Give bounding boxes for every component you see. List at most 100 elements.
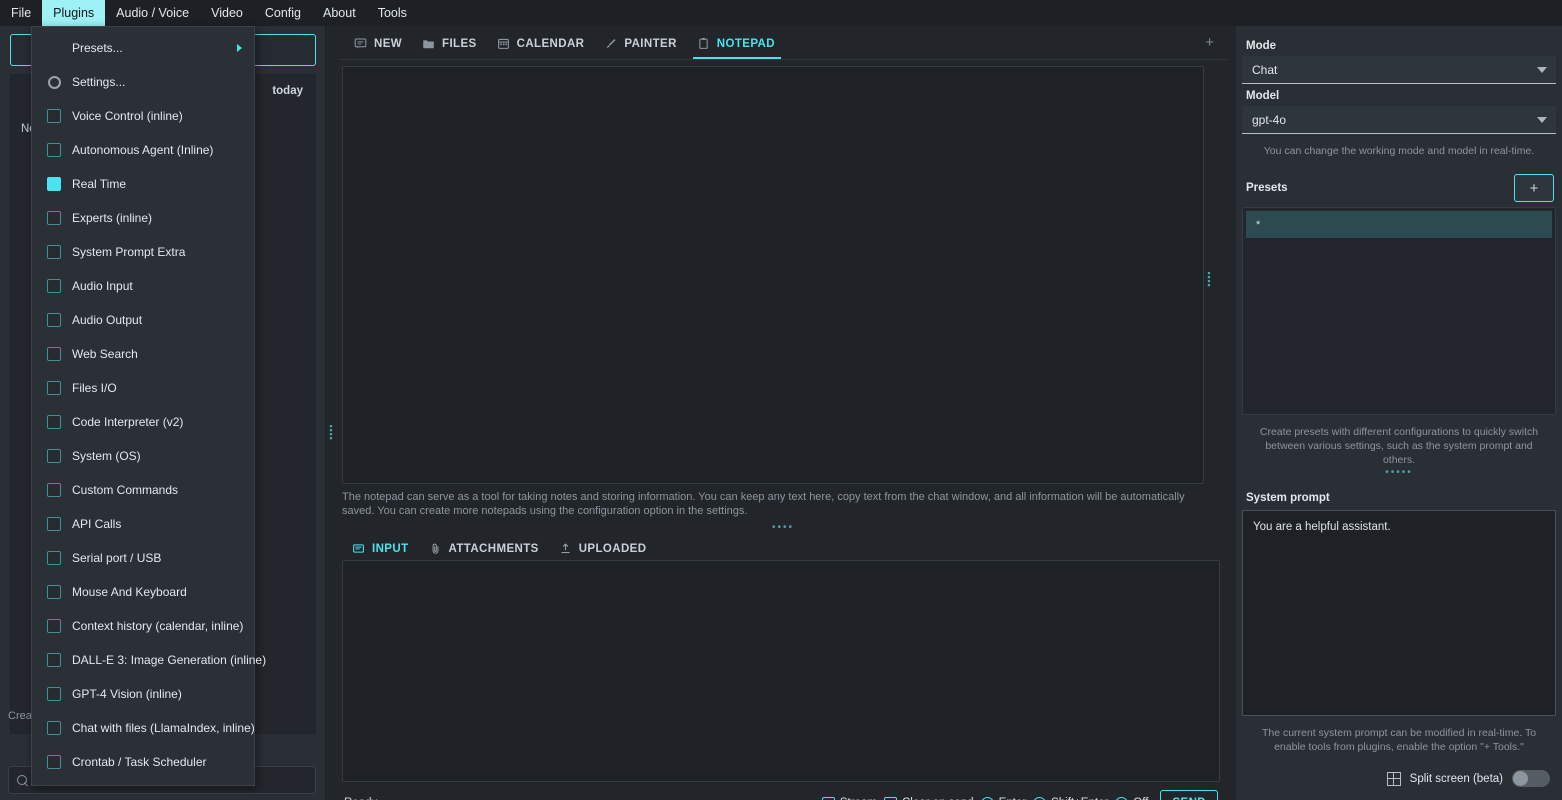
plugin-toggle-real-time[interactable]: Real Time	[32, 167, 254, 201]
tab-files[interactable]: FILES	[416, 37, 491, 59]
presets-list[interactable]: *	[1242, 207, 1556, 415]
send-mode-shift-enter[interactable]: Shift+Enter	[1033, 796, 1108, 800]
checkbox-icon	[47, 551, 61, 565]
menu-config[interactable]: Config	[254, 0, 312, 26]
model-select[interactable]: gpt-4o	[1242, 106, 1556, 134]
system-prompt-header: System prompt 🔧 + Tools	[1246, 492, 1552, 504]
checkbox-slot	[42, 551, 66, 565]
plugin-label: System (OS)	[72, 449, 141, 463]
checkbox-icon	[47, 177, 61, 191]
checkbox-slot	[42, 143, 66, 157]
menu-tools[interactable]: Tools	[367, 0, 418, 26]
plugin-toggle-mouse-and-keyboard[interactable]: Mouse And Keyboard	[32, 575, 254, 609]
tab-new[interactable]: NEW	[348, 37, 416, 59]
checkbox-icon	[47, 687, 61, 701]
add-tab-button[interactable]: +	[1205, 34, 1214, 51]
status-bar: Ready Stream Clear on send Enter Shift+E…	[338, 786, 1228, 800]
checkbox-slot	[42, 177, 66, 191]
plugin-toggle-system-os[interactable]: System (OS)	[32, 439, 254, 473]
app-window: File Plugins Audio / Voice Video Config …	[0, 0, 1562, 800]
system-prompt-note: The current system prompt can be modifie…	[1261, 727, 1537, 753]
clear-on-send-checkbox-box	[883, 796, 897, 800]
plugin-toggle-voice-control-inline[interactable]: Voice Control (inline)	[32, 99, 254, 133]
plugin-toggle-chat-with-files-llamaindex-inline[interactable]: Chat with files (LlamaIndex, inline)	[32, 711, 255, 745]
menu-file[interactable]: File	[0, 0, 42, 26]
plugin-toggle-web-search[interactable]: Web Search	[32, 337, 254, 371]
split-screen-row: Split screen (beta)	[1242, 770, 1550, 787]
gear-icon	[47, 75, 61, 89]
plugin-label: Experts (inline)	[72, 211, 153, 225]
checkbox-icon	[47, 347, 61, 361]
menu-audio-voice[interactable]: Audio / Voice	[105, 0, 200, 26]
plugin-toggle-dall-e-3-image-generation-inline[interactable]: DALL-E 3: Image Generation (inline)	[32, 643, 266, 677]
menu-plugins[interactable]: Plugins	[42, 0, 106, 26]
search-icon	[17, 774, 28, 786]
send-mode-off-radio	[1115, 796, 1129, 800]
presets-splitter-handle[interactable]: •••••	[1242, 467, 1556, 478]
presets-label: Presets	[1246, 182, 1288, 194]
plugin-toggle-audio-input[interactable]: Audio Input	[32, 269, 254, 303]
tab-input[interactable]: INPUT	[348, 542, 425, 562]
split-screen-label: Split screen (beta)	[1409, 772, 1503, 785]
menu-bar: File Plugins Audio / Voice Video Config …	[0, 0, 1562, 26]
plugin-toggle-gpt-4-vision-inline[interactable]: GPT-4 Vision (inline)	[32, 677, 254, 711]
paperclip-icon	[432, 543, 438, 554]
menu-video[interactable]: Video	[200, 0, 254, 26]
clear-on-send-checkbox[interactable]: Clear on send	[883, 796, 974, 800]
chevron-down-icon	[1537, 116, 1547, 123]
checkbox-slot	[42, 687, 66, 701]
send-button[interactable]: SEND	[1160, 790, 1218, 800]
plugin-label: GPT-4 Vision (inline)	[72, 687, 182, 701]
plugin-toggle-audio-output[interactable]: Audio Output	[32, 303, 254, 337]
plugin-toggle-code-interpreter-v2[interactable]: Code Interpreter (v2)	[32, 405, 254, 439]
chat-new-icon	[354, 38, 367, 49]
checkbox-icon	[47, 517, 61, 531]
message-input[interactable]	[342, 560, 1220, 782]
center-right-splitter-handle[interactable]: ▪ ▪ ▪ ▪	[1204, 269, 1214, 290]
send-mode-off[interactable]: Off	[1115, 796, 1148, 800]
preset-item[interactable]: *	[1246, 211, 1552, 238]
plugin-label: Custom Commands	[72, 483, 179, 497]
tab-calendar[interactable]: CALENDAR	[491, 37, 599, 59]
checkbox-slot	[42, 381, 66, 395]
tab-attachments[interactable]: ATTACHMENTS	[425, 542, 555, 562]
right-panel: Mode Chat Model gpt-4o You can change th…	[1236, 26, 1562, 800]
notepad-textarea[interactable]	[342, 66, 1204, 484]
checkbox-slot	[42, 313, 66, 327]
mode-select[interactable]: Chat	[1242, 56, 1556, 84]
plugin-label: Audio Output	[72, 313, 143, 327]
split-screen-toggle[interactable]	[1512, 770, 1550, 787]
input-tabbar: INPUT ATTACHMENTS UPLOADED	[348, 536, 662, 562]
stream-checkbox[interactable]: Stream	[821, 796, 877, 800]
plugin-toggle-system-prompt-extra[interactable]: System Prompt Extra	[32, 235, 254, 269]
plugin-toggle-serial-port-usb[interactable]: Serial port / USB	[32, 541, 254, 575]
send-mode-shift-enter-radio	[1033, 796, 1047, 800]
tab-uploaded[interactable]: UPLOADED	[555, 542, 663, 562]
menu-item-settings[interactable]: Settings...	[32, 65, 254, 99]
plugin-toggle-context-history-calendar-inline[interactable]: Context history (calendar, inline)	[32, 609, 254, 643]
send-mode-enter[interactable]: Enter	[980, 796, 1026, 800]
system-prompt-label: System prompt	[1246, 492, 1330, 504]
checkbox-icon	[47, 585, 61, 599]
plugin-toggle-crontab-task-scheduler[interactable]: Crontab / Task Scheduler	[32, 745, 254, 779]
sidebar-splitter-handle[interactable]: ▪ ▪ ▪ ▪	[326, 422, 336, 443]
plugin-toggle-custom-commands[interactable]: Custom Commands	[32, 473, 254, 507]
menu-about[interactable]: About	[312, 0, 367, 26]
menu-item-presets[interactable]: Presets...	[32, 31, 254, 65]
plugin-toggle-api-calls[interactable]: API Calls	[32, 507, 254, 541]
plugin-toggle-autonomous-agent-inline[interactable]: Autonomous Agent (Inline)	[32, 133, 254, 167]
mode-select-value: Chat	[1252, 62, 1278, 77]
tab-painter[interactable]: PAINTER	[598, 37, 690, 59]
horizontal-splitter-handle[interactable]: ••••	[338, 522, 1228, 533]
system-prompt-textarea[interactable]: You are a helpful assistant.	[1242, 510, 1556, 716]
tab-notepad[interactable]: NOTEPAD	[691, 37, 789, 59]
send-mode-enter-radio	[980, 796, 994, 800]
plugin-toggle-files-i-o[interactable]: Files I/O	[32, 371, 254, 405]
plugin-toggle-experts-inline[interactable]: Experts (inline)	[32, 201, 254, 235]
checkbox-slot	[42, 517, 66, 531]
tab-input-label: INPUT	[372, 542, 409, 555]
add-preset-button[interactable]: +	[1514, 174, 1554, 202]
notepad-hint: The notepad can serve as a tool for taki…	[342, 491, 1185, 517]
checkbox-icon	[47, 313, 61, 327]
checkbox-icon	[47, 245, 61, 259]
